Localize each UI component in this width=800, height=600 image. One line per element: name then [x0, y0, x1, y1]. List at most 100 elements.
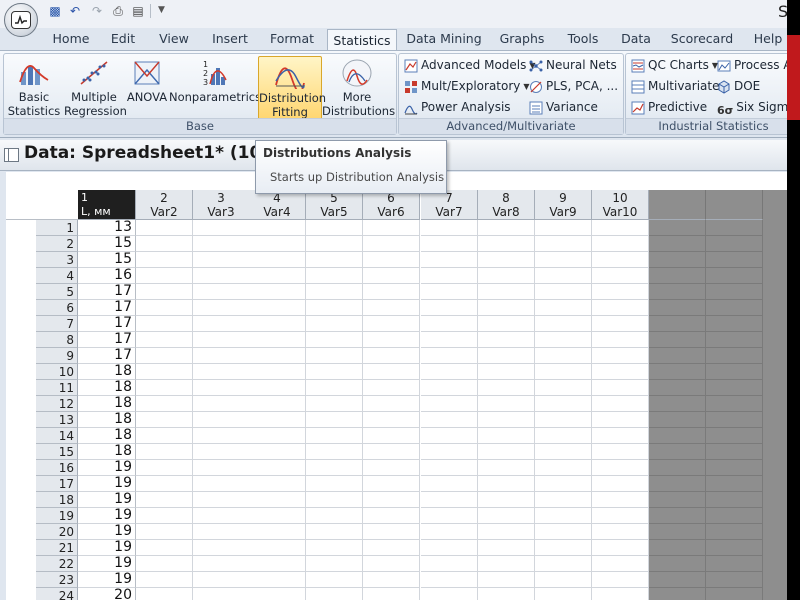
table-cell[interactable]: [193, 540, 250, 556]
row-header[interactable]: 2: [36, 236, 78, 252]
table-cell[interactable]: [478, 316, 535, 332]
table-cell[interactable]: [136, 444, 193, 460]
table-cell[interactable]: [478, 508, 535, 524]
table-cell[interactable]: 18: [78, 396, 136, 412]
tab-scorecard[interactable]: Scorecard: [666, 28, 738, 50]
table-cell[interactable]: [421, 316, 478, 332]
table-cell[interactable]: [535, 556, 592, 572]
nonparametrics-button[interactable]: 123 Nonparametrics: [169, 56, 261, 118]
table-cell[interactable]: [478, 492, 535, 508]
table-cell[interactable]: [535, 284, 592, 300]
table-cell[interactable]: [421, 540, 478, 556]
table-cell[interactable]: [193, 428, 250, 444]
table-cell[interactable]: [306, 588, 363, 600]
table-cell[interactable]: [249, 540, 306, 556]
table-cell[interactable]: [306, 396, 363, 412]
column-header-8[interactable]: 8 Var8: [478, 190, 535, 220]
row-header[interactable]: 5: [36, 284, 78, 300]
print-icon[interactable]: ⎙: [110, 3, 126, 19]
anova-button[interactable]: ANOVA: [126, 56, 168, 118]
quick-access-dropdown-icon[interactable]: ▼: [158, 3, 170, 17]
table-cell[interactable]: 19: [78, 508, 136, 524]
table-cell[interactable]: [306, 220, 363, 236]
table-cell[interactable]: [306, 316, 363, 332]
table-cell[interactable]: [249, 348, 306, 364]
table-cell[interactable]: [306, 524, 363, 540]
table-cell[interactable]: [478, 236, 535, 252]
table-cell[interactable]: [193, 268, 250, 284]
table-cell[interactable]: [193, 284, 250, 300]
table-cell[interactable]: [363, 236, 420, 252]
table-cell[interactable]: [363, 476, 420, 492]
table-cell[interactable]: [249, 524, 306, 540]
table-cell[interactable]: [535, 316, 592, 332]
power-analysis-button[interactable]: Power Analysis: [404, 98, 511, 117]
table-cell[interactable]: [535, 572, 592, 588]
table-cell[interactable]: [193, 396, 250, 412]
table-cell[interactable]: [535, 492, 592, 508]
table-cell[interactable]: [306, 252, 363, 268]
table-cell[interactable]: [535, 508, 592, 524]
table-cell[interactable]: [535, 348, 592, 364]
table-cell[interactable]: [249, 300, 306, 316]
tab-home[interactable]: Home: [48, 28, 94, 50]
table-cell[interactable]: [136, 380, 193, 396]
table-cell[interactable]: 19: [78, 540, 136, 556]
table-cell[interactable]: [249, 380, 306, 396]
row-header[interactable]: 14: [36, 428, 78, 444]
table-cell[interactable]: 19: [78, 476, 136, 492]
save-icon[interactable]: ▩: [48, 3, 62, 19]
table-cell[interactable]: [592, 220, 649, 236]
table-cell[interactable]: [592, 428, 649, 444]
neural-nets-button[interactable]: Neural Nets: [529, 56, 617, 75]
table-cell[interactable]: 18: [78, 364, 136, 380]
tab-help[interactable]: Help: [748, 28, 787, 50]
table-cell[interactable]: [535, 476, 592, 492]
table-cell[interactable]: 19: [78, 556, 136, 572]
table-cell[interactable]: [478, 364, 535, 380]
table-cell[interactable]: [249, 588, 306, 600]
spreadsheet-grid[interactable]: 1 L, мм 2 Var2 3 Var3 4 Var4 5 Var5 6 Var6 7 Var7 8 Var…: [6, 172, 787, 600]
table-cell[interactable]: [421, 588, 478, 600]
table-cell[interactable]: [478, 268, 535, 284]
table-cell[interactable]: [592, 252, 649, 268]
process-analysis-button[interactable]: Process A: [717, 56, 787, 75]
table-cell[interactable]: [592, 588, 649, 600]
table-cell[interactable]: [136, 332, 193, 348]
table-cell[interactable]: [592, 268, 649, 284]
table-cell[interactable]: [249, 428, 306, 444]
table-cell[interactable]: [535, 364, 592, 380]
table-cell[interactable]: [249, 332, 306, 348]
tab-data[interactable]: Data: [617, 28, 655, 50]
table-cell[interactable]: 18: [78, 444, 136, 460]
pls-pca-button[interactable]: PLS, PCA, ...: [529, 77, 618, 96]
row-header[interactable]: 9: [36, 348, 78, 364]
tab-data-mining[interactable]: Data Mining: [405, 28, 483, 50]
row-header[interactable]: 7: [36, 316, 78, 332]
table-cell[interactable]: [421, 524, 478, 540]
qc-charts-button[interactable]: QC Charts ▼: [631, 56, 718, 75]
table-cell[interactable]: [421, 332, 478, 348]
table-cell[interactable]: [193, 492, 250, 508]
six-sigma-button[interactable]: 6σ Six Sigma: [717, 98, 787, 117]
table-cell[interactable]: [136, 460, 193, 476]
table-cell[interactable]: [478, 412, 535, 428]
table-cell[interactable]: [592, 348, 649, 364]
table-cell[interactable]: [363, 428, 420, 444]
table-cell[interactable]: [535, 444, 592, 460]
table-cell[interactable]: [249, 220, 306, 236]
table-cell[interactable]: [478, 220, 535, 236]
column-header-3[interactable]: 3 Var3: [193, 190, 250, 220]
multivariate-button[interactable]: Multivariate: [631, 77, 720, 96]
table-cell[interactable]: [136, 268, 193, 284]
table-cell[interactable]: 15: [78, 252, 136, 268]
mult-exploratory-button[interactable]: Mult/Exploratory ▼: [404, 77, 530, 96]
table-cell[interactable]: [478, 252, 535, 268]
table-cell[interactable]: [193, 236, 250, 252]
table-cell[interactable]: [592, 540, 649, 556]
tab-edit[interactable]: Edit: [104, 28, 142, 50]
table-cell[interactable]: [306, 364, 363, 380]
table-cell[interactable]: [421, 364, 478, 380]
table-cell[interactable]: [363, 444, 420, 460]
table-cell[interactable]: [363, 460, 420, 476]
